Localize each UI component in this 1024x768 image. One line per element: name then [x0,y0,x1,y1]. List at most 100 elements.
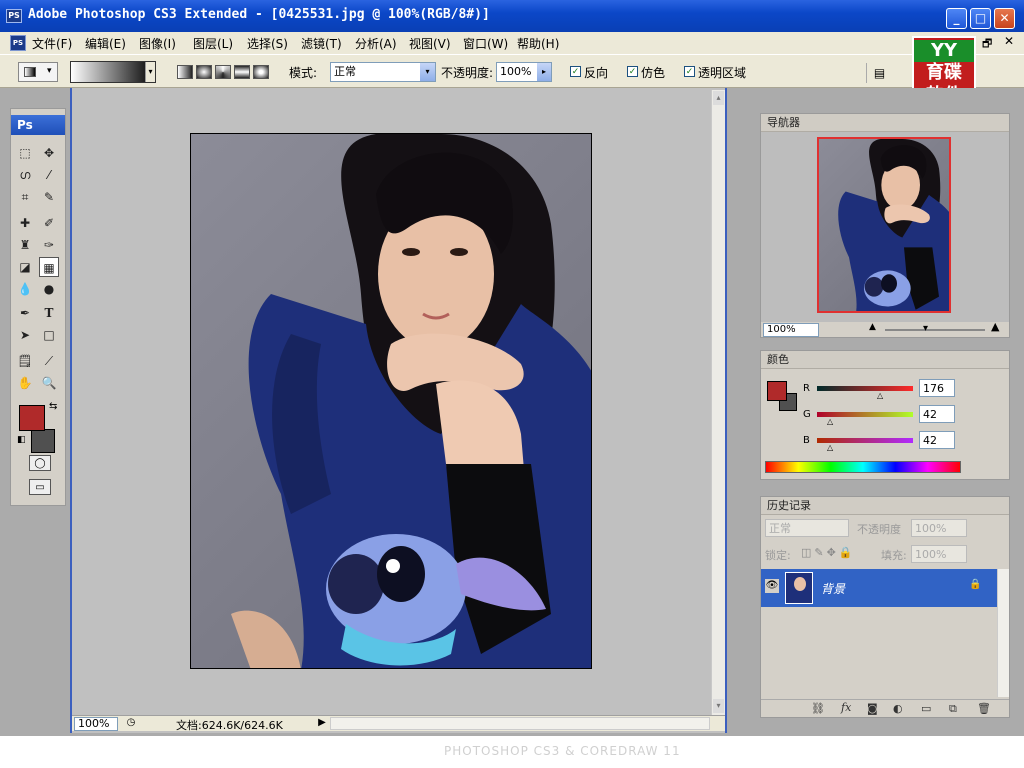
path-selection-tool-icon[interactable]: ➤ [15,325,35,345]
slice-tool-icon[interactable]: ✎ [39,187,59,207]
clone-stamp-tool-icon[interactable]: ♜ [15,235,35,255]
navigator-title[interactable]: 导航器 [761,114,1009,132]
maximize-button[interactable]: □ [970,8,991,29]
navigator-zoom-field[interactable]: 100% [763,323,819,337]
transparency-checkbox[interactable]: ✓ [684,66,695,77]
menu-layer[interactable]: 图层(L) [193,35,233,52]
r-slider[interactable] [817,386,913,391]
r-slider-thumb[interactable]: △ [877,391,883,400]
horizontal-scrollbar[interactable] [330,717,710,730]
g-value-input[interactable]: 42 [919,405,955,423]
new-group-icon[interactable]: ▭ [921,702,931,715]
eraser-tool-icon[interactable]: ◪ [15,257,35,277]
menu-edit[interactable]: 编辑(E) [85,35,126,52]
lasso-tool-icon[interactable]: ഗ [15,165,35,185]
lock-icons[interactable]: ◫✎✥🔒 [801,546,856,559]
r-value-input[interactable]: 176 [919,379,955,397]
g-slider-thumb[interactable]: △ [827,417,833,426]
layer-opacity-input[interactable]: 100% [911,519,967,537]
menu-image[interactable]: 图像(I) [139,35,176,52]
reflected-gradient-icon[interactable] [234,65,250,79]
menu-window[interactable]: 窗口(W) [463,35,508,52]
zoom-slider-thumb[interactable]: ▾ [923,323,928,334]
eyedropper-tool-icon[interactable]: ⟋ [39,351,59,371]
mode-select[interactable]: 正常 ▾ [330,62,436,82]
dodge-tool-icon[interactable]: ● [39,279,59,299]
scroll-up-icon[interactable]: ▴ [713,91,724,105]
foreground-color-swatch[interactable] [19,405,45,431]
notes-tool-icon[interactable]: 🗒 [15,351,35,371]
opacity-input[interactable]: 100% ▸ [496,62,552,82]
menu-analysis[interactable]: 分析(A) [355,35,397,52]
history-title[interactable]: 历史记录 [761,497,1009,515]
rectangle-tool-icon[interactable]: □ [39,325,59,345]
zoom-in-icon[interactable]: ▲ [991,320,999,333]
hand-tool-icon[interactable]: ✋ [15,373,35,393]
menu-view[interactable]: 视图(V) [409,35,451,52]
healing-brush-tool-icon[interactable]: ✚ [15,213,35,233]
type-tool-icon[interactable]: T [39,303,59,323]
blur-tool-icon[interactable]: 💧 [15,279,35,299]
default-colors-icon[interactable]: ◧ [17,435,26,445]
navigator-view-box[interactable] [817,137,951,313]
marquee-tool-icon[interactable]: ⬚ [15,143,35,163]
magic-wand-tool-icon[interactable]: ⁄ [39,165,59,185]
tool-preset-picker[interactable]: ▾ [18,62,58,82]
new-layer-icon[interactable]: ⧉ [949,702,957,716]
b-slider-thumb[interactable]: △ [827,443,833,452]
doc-close-button[interactable]: ✕ [1004,34,1014,48]
scroll-down-icon[interactable]: ▾ [713,699,724,713]
crop-tool-icon[interactable]: ⌗ [15,187,35,207]
zoom-out-icon[interactable]: ▲ [869,322,876,332]
angle-gradient-icon[interactable] [215,65,231,79]
workspace-icon[interactable]: ▤ [866,63,892,83]
menu-select[interactable]: 选择(S) [247,35,288,52]
background-color-swatch[interactable] [31,429,55,453]
swap-colors-icon[interactable]: ⇆ [49,401,57,412]
dither-checkbox[interactable]: ✓ [627,66,638,77]
b-value-input[interactable]: 42 [919,431,955,449]
radial-gradient-icon[interactable] [196,65,212,79]
reverse-checkbox[interactable]: ✓ [570,66,581,77]
menu-file[interactable]: 文件(F) [32,35,72,52]
layers-scrollbar[interactable] [997,569,1009,697]
status-menu-icon[interactable]: ◷ [124,716,138,730]
trash-icon[interactable]: 🗑 [977,702,991,715]
color-title[interactable]: 颜色 [761,351,1009,369]
move-tool-icon[interactable]: ✥ [39,143,59,163]
status-arrow-icon[interactable]: ▶ [316,716,328,730]
fx-icon[interactable]: fx [841,701,851,714]
history-brush-tool-icon[interactable]: ✑ [39,235,59,255]
brush-tool-icon[interactable]: ✐ [39,213,59,233]
minimize-button[interactable]: _ [946,8,967,29]
close-button[interactable]: ✕ [994,8,1015,29]
navigator-zoom-slider[interactable] [885,329,985,331]
pen-tool-icon[interactable]: ✒ [15,303,35,323]
menu-filter[interactable]: 滤镜(T) [301,35,342,52]
menu-help[interactable]: 帮助(H) [517,35,559,52]
blend-mode-select[interactable]: 正常 [765,519,849,537]
vertical-scrollbar[interactable]: ▴ ▾ [711,90,725,715]
gradient-tool-active-icon[interactable]: ▦ [39,257,59,277]
document-canvas[interactable] [190,133,592,669]
layer-name[interactable]: 背景 [821,580,845,597]
quick-mask-icon[interactable]: ◯ [29,455,51,471]
diamond-gradient-icon[interactable] [253,65,269,79]
layer-row-background[interactable]: 👁 背景 🔒 [761,569,997,607]
document-icon[interactable]: PS [10,35,26,51]
linear-gradient-icon[interactable] [177,65,193,79]
gradient-dropdown-icon[interactable]: ▾ [145,62,155,82]
link-layers-icon[interactable]: ⛓ [811,702,825,715]
eye-visibility-icon[interactable]: 👁 [765,579,779,593]
gradient-picker[interactable] [70,61,156,83]
color-foreground-swatch[interactable] [767,381,787,401]
photoshop-app-icon[interactable]: PS [6,9,22,23]
adjustment-layer-icon[interactable]: ◐ [893,702,903,715]
zoom-tool-icon[interactable]: 🔍 [39,373,59,393]
screen-mode-icon[interactable]: ▭ [29,479,51,495]
zoom-field[interactable]: 100% [74,717,118,731]
color-spectrum-bar[interactable] [765,461,961,473]
doc-restore-button[interactable]: 🗗 [982,35,992,54]
mask-icon[interactable]: ◙ [867,702,878,715]
fill-input[interactable]: 100% [911,545,967,563]
